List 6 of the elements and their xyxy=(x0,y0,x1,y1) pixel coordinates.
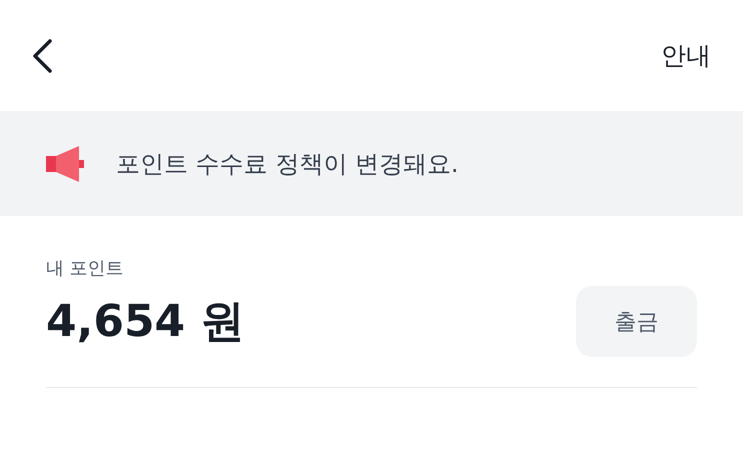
notice-text: 포인트 수수료 정책이 변경돼요. xyxy=(116,148,459,180)
points-amount: 4,654 원 xyxy=(46,295,244,349)
megaphone-icon xyxy=(46,146,86,182)
info-link[interactable]: 안내 xyxy=(661,39,711,72)
withdraw-button[interactable]: 출금 xyxy=(576,286,697,357)
points-label: 내 포인트 xyxy=(46,257,125,280)
